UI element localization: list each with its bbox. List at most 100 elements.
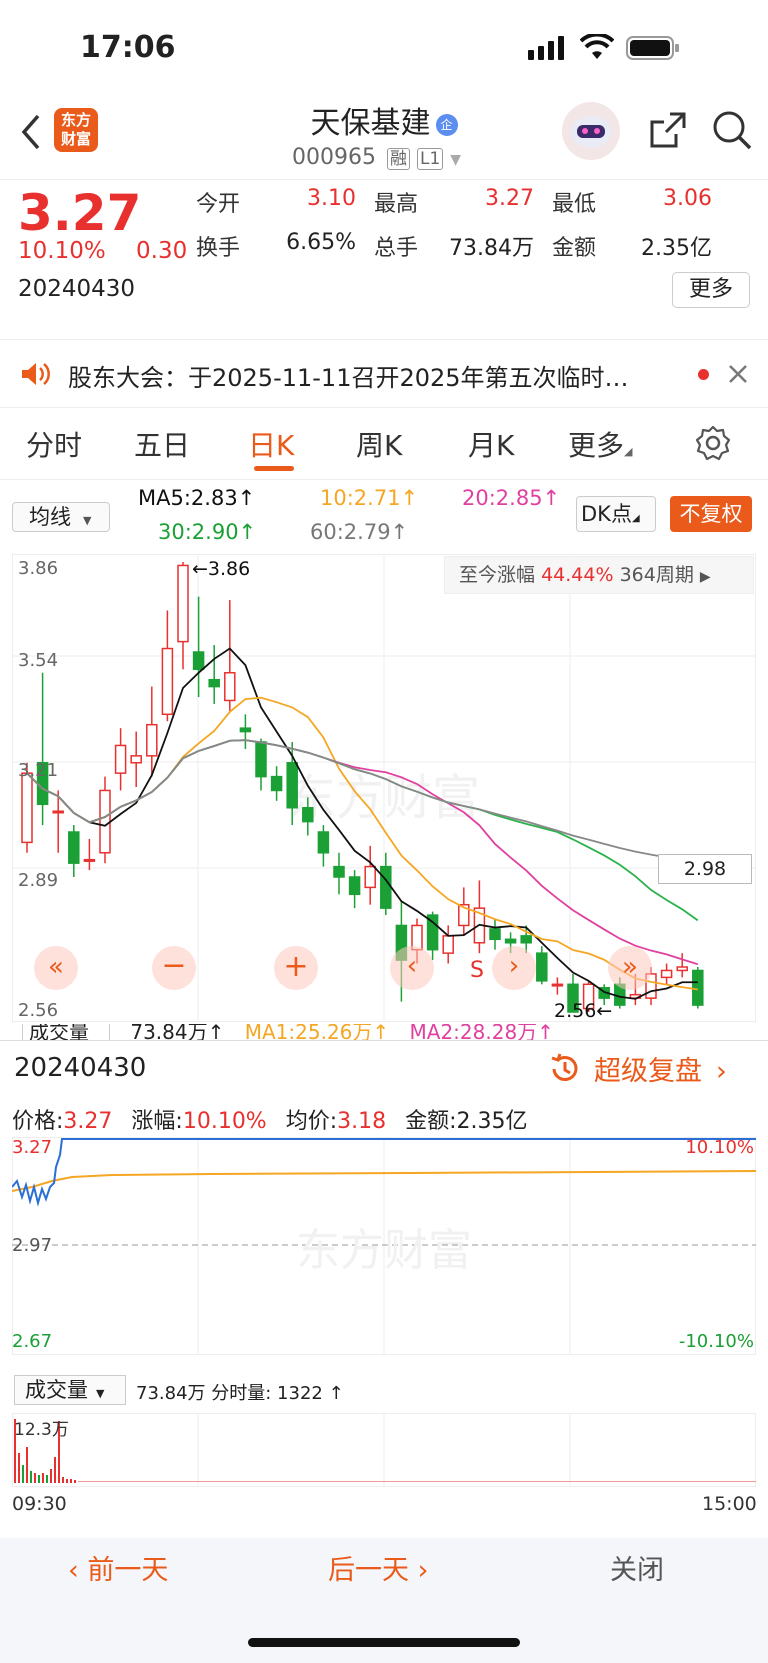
notice-text: 股东大会：于2025-11-11召开2025年第五次临时… <box>68 364 629 392</box>
scroll-left-icon[interactable]: « <box>34 946 78 990</box>
close-button[interactable]: 关闭 <box>610 1548 664 1587</box>
prev-bar-icon[interactable]: ‹ <box>390 946 434 990</box>
settings-gear-icon[interactable] <box>694 424 732 462</box>
price-tag: 2.98 <box>658 854 752 884</box>
ma30-value: 30:2.90↑ <box>158 520 257 544</box>
tab-wuri[interactable]: 五日 <box>134 424 190 464</box>
stat-value: 6.65% <box>286 230 356 255</box>
popup-volume-selector[interactable]: 成交量 ▼ <box>14 1375 126 1405</box>
header: 东方 财富 天保基建 企 000965 融 L1 ▼ <box>0 100 768 180</box>
tab-fenshi[interactable]: 分时 <box>26 424 82 464</box>
zoom-in-icon[interactable]: + <box>274 946 318 990</box>
candle-up <box>83 858 96 862</box>
candle-up <box>99 789 111 854</box>
margin-badge: 融 <box>386 148 410 170</box>
bottom-bar: ‹ 前一天 后一天 › 关闭 <box>0 1538 768 1663</box>
popup-avg: 3.18 <box>337 1109 387 1134</box>
search-icon[interactable] <box>710 108 754 152</box>
time-start: 09:30 <box>12 1493 67 1515</box>
enterprise-badge: 企 <box>435 114 458 136</box>
volume-value: 73.84万↑ <box>130 1024 225 1040</box>
candle-up <box>224 672 236 702</box>
candle-up <box>52 810 64 814</box>
ma-selector[interactable]: 均线 ▼ <box>12 502 110 532</box>
candle-down <box>536 952 548 982</box>
current-price: 3.27 <box>18 184 142 242</box>
candle-up <box>442 935 454 954</box>
stat-label: 最高 <box>374 192 419 217</box>
kline-chart[interactable]: 东方财富 3.86 3.54 3.21 2.89 2.56 ←3.86 2.56… <box>12 554 756 1022</box>
status-bar: 17:06 <box>0 0 768 100</box>
more-button[interactable]: 更多 <box>672 272 750 308</box>
candle-up <box>676 966 688 972</box>
popup-pct-top: 10.10% <box>685 1137 754 1158</box>
notice-bar[interactable]: 股东大会：于2025-11-11召开2025年第五次临时… <box>0 340 768 408</box>
zoom-out-icon[interactable]: − <box>152 946 196 990</box>
quote-panel: 3.27 10.10% 0.30 20240430 今开 3.10 最高 3.27 最低… <box>0 180 768 340</box>
ma5-value: MA5:2.83↑ <box>138 486 256 510</box>
candle-down <box>302 807 314 823</box>
popup-price: 3.27 <box>63 1109 113 1134</box>
popup-vol-max: 12.3万 <box>14 1420 69 1440</box>
range-gain-box[interactable]: 至今涨幅 44.44% 364周期 ▶ <box>444 556 754 594</box>
robot-assistant-icon[interactable] <box>562 102 620 160</box>
candle-up <box>364 865 376 889</box>
popup-y-bot: 2.67 <box>12 1331 53 1352</box>
unread-dot <box>698 369 709 380</box>
status-time: 17:06 <box>80 30 176 65</box>
candle-up <box>177 564 189 643</box>
stat-value: 3.27 <box>485 186 534 211</box>
scroll-right-icon[interactable]: » <box>608 946 652 990</box>
y-label-2: 3.21 <box>18 760 59 781</box>
next-day-button[interactable]: 后一天 › <box>328 1548 428 1587</box>
tab-yuek[interactable]: 月K <box>468 424 514 464</box>
popup-volume-info: 73.84万 分时量: 1322 ↑ <box>136 1383 344 1404</box>
super-replay-link[interactable]: 超级复盘 › <box>548 1049 727 1089</box>
signal-icon <box>528 36 568 60</box>
tab-zhouk[interactable]: 周K <box>356 424 402 464</box>
candle-down <box>208 678 220 688</box>
volume-indicator-row: 成交量 73.84万↑ MA1:25.26万↑ MA2:28.28万↑ <box>12 1024 756 1040</box>
dk-point-button[interactable]: DK点◢ <box>576 496 656 532</box>
y-label-1: 3.54 <box>18 650 59 671</box>
stock-code: 000965 <box>292 145 376 170</box>
time-end: 15:00 <box>702 1493 757 1515</box>
candle-down <box>504 938 517 944</box>
speaker-icon <box>20 360 50 388</box>
change-amount: 0.30 <box>136 238 188 264</box>
candle-down <box>270 775 283 792</box>
candle-up <box>21 772 33 844</box>
intraday-volume-chart <box>12 1413 756 1487</box>
quote-date: 20240430 <box>18 276 136 302</box>
stat-value: 3.10 <box>307 186 356 211</box>
candle-down <box>192 651 205 671</box>
volume-ma1: MA1:25.26万↑ <box>244 1024 390 1040</box>
tab-rik[interactable]: 日K <box>248 424 294 464</box>
popup-y-mid: 2.97 <box>12 1235 53 1256</box>
dropdown-icon[interactable]: ▼ <box>450 152 461 168</box>
tab-more[interactable]: 更多◢ <box>568 424 632 464</box>
stat-value: 2.35亿 <box>641 236 712 261</box>
share-icon[interactable] <box>646 108 690 152</box>
candle-down <box>317 831 330 854</box>
stat-label: 金额 <box>552 236 597 261</box>
close-icon[interactable] <box>726 362 750 386</box>
popup-amount: 金额:2.35亿 <box>405 1109 528 1134</box>
period-tabs: 分时 五日 日K 周K 月K 更多◢ <box>0 408 768 480</box>
no-adjust-button[interactable]: 不复权 <box>670 496 752 532</box>
popup-date: 20240430 <box>14 1053 147 1083</box>
popup-stats-row: 价格:3.27 涨幅:10.10% 均价:3.18 金额:2.35亿 <box>12 1109 528 1134</box>
stat-label: 最低 <box>552 192 597 217</box>
next-bar-icon[interactable]: › <box>492 946 536 990</box>
prev-day-button[interactable]: ‹ 前一天 <box>68 1548 168 1587</box>
popup-watermark: 东方财富 <box>296 1225 472 1276</box>
history-clock-icon <box>548 1052 582 1086</box>
volume-ma2: MA2:28.28万↑ <box>409 1024 554 1040</box>
candle-down <box>489 928 501 941</box>
y-label-0: 3.86 <box>18 558 59 579</box>
candle-down <box>520 935 532 944</box>
volume-selector[interactable]: 成交量 <box>22 1024 110 1040</box>
candle-up <box>114 744 127 774</box>
stat-label: 换手 <box>196 236 241 261</box>
intraday-popup: 20240430 超级复盘 › 价格:3.27 涨幅:10.10% 均价:3.18… <box>0 1040 768 1538</box>
